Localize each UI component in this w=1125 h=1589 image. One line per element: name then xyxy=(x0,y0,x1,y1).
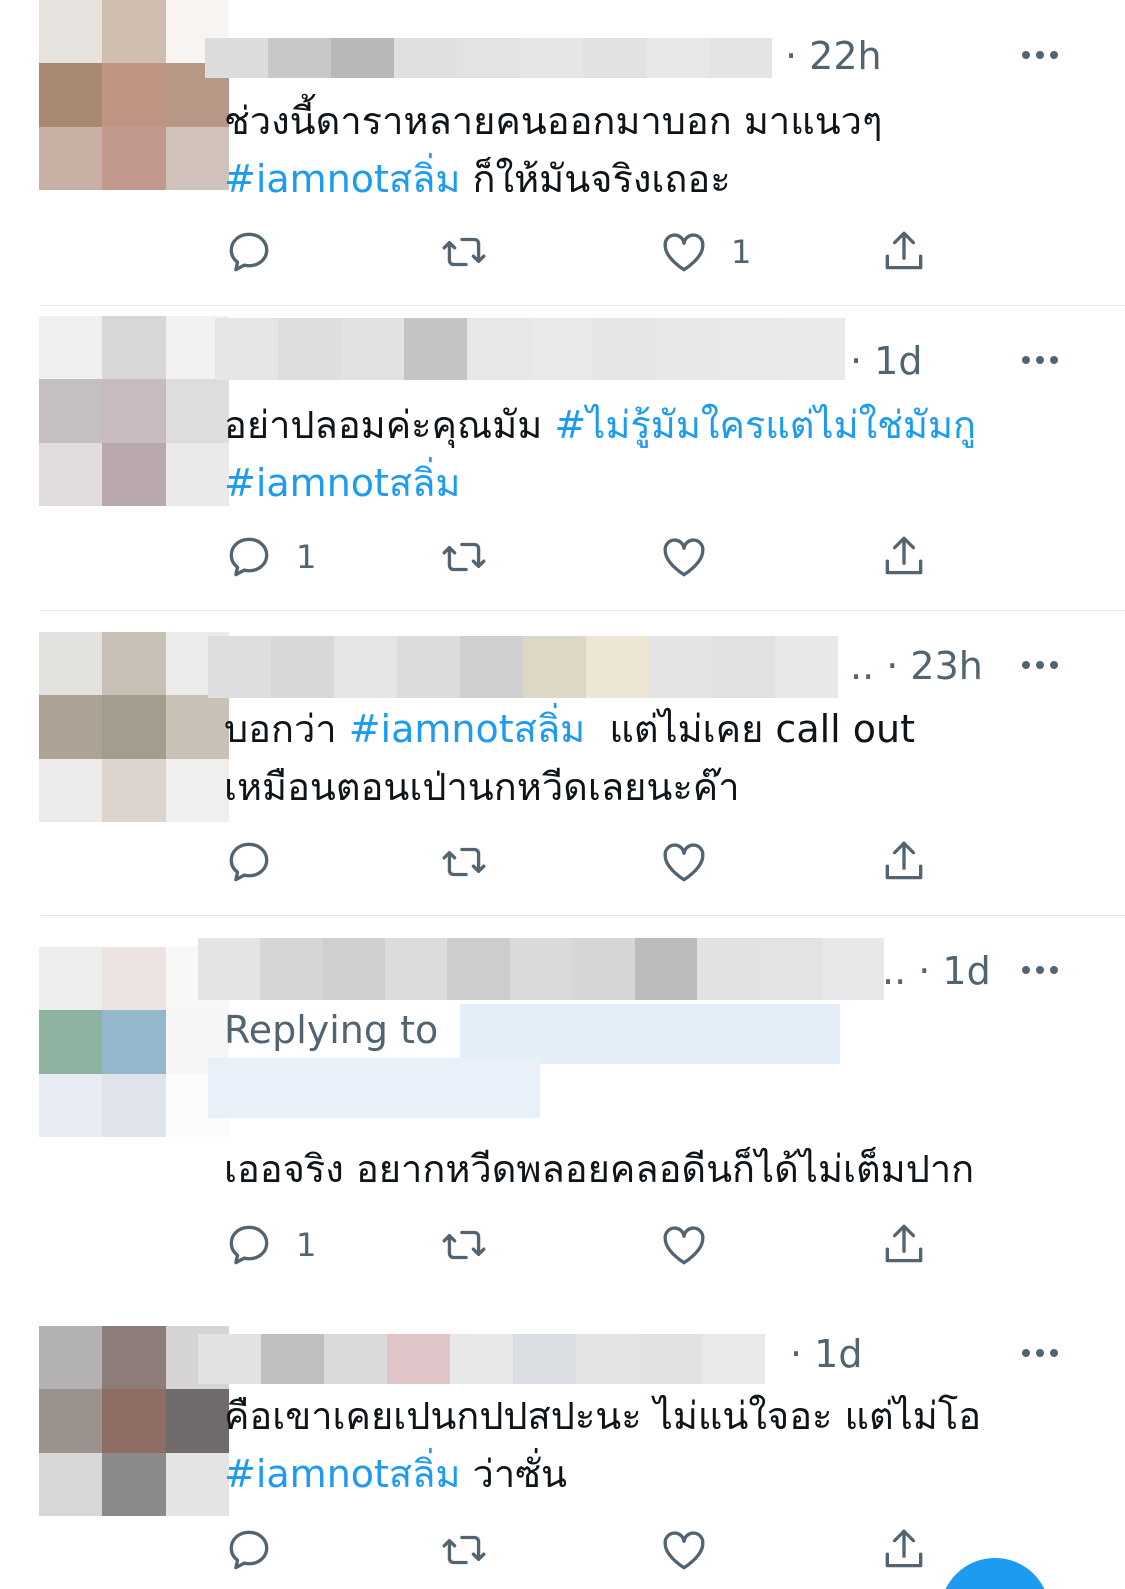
tweet-actions: 1 xyxy=(224,224,954,280)
retweet-icon xyxy=(442,1230,486,1260)
hashtag-link[interactable]: #iamnotสลิ่ม xyxy=(349,707,585,751)
tweet-actions: 1 xyxy=(224,1217,954,1273)
heart-icon xyxy=(663,538,705,577)
more-icon[interactable] xyxy=(1010,345,1070,375)
share-icon xyxy=(885,1224,923,1263)
retweet-button[interactable] xyxy=(439,529,511,585)
text-segment: บอกว่า xyxy=(224,707,349,751)
reply-icon xyxy=(229,1530,269,1570)
timestamp: · 1d xyxy=(790,1332,863,1376)
reply-button[interactable]: 1 xyxy=(224,1217,316,1273)
hashtag-link[interactable]: #iamnotสลิ่ม xyxy=(224,157,460,201)
tweet-text: เออจริง อยากหวีดพลอยคลอดีนก็ได้ไม่เต็มปา… xyxy=(224,1140,1094,1198)
reply-handle-redacted[interactable] xyxy=(208,1058,540,1118)
share-button[interactable] xyxy=(879,1522,929,1578)
like-button[interactable] xyxy=(659,1217,731,1273)
divider xyxy=(40,915,1125,916)
retweet-button[interactable] xyxy=(439,1522,511,1578)
reply-button[interactable]: 1 xyxy=(224,529,316,585)
more-icon[interactable] xyxy=(1010,650,1070,680)
hashtag-link[interactable]: #iamnotสลิ่ม xyxy=(224,461,460,505)
text-segment: อย่าปลอมค่ะคุณมัม xyxy=(224,403,555,447)
replying-to-label: Replying to xyxy=(224,1008,439,1052)
avatar[interactable] xyxy=(39,632,229,822)
retweet-icon xyxy=(442,542,486,572)
like-button[interactable] xyxy=(659,1522,731,1578)
text-segment: ก็ให้มันจริงเถอะ xyxy=(460,157,731,201)
tweet-text: อย่าปลอมค่ะคุณมัม #ไม่รู้มัมใครแต่ไม่ใช่… xyxy=(224,396,1094,512)
share-button[interactable] xyxy=(879,224,929,280)
hashtag-link[interactable]: #ไม่รู้มัมใครแต่ไม่ใช่มัมกู xyxy=(554,403,976,447)
more-icon[interactable] xyxy=(1010,955,1070,985)
reply-icon xyxy=(229,232,269,272)
like-button[interactable] xyxy=(659,529,731,585)
retweet-button[interactable] xyxy=(439,1217,511,1273)
text-segment: ว่าซั่น xyxy=(460,1452,567,1496)
avatar[interactable] xyxy=(39,0,229,190)
heart-icon xyxy=(663,843,705,882)
share-button[interactable] xyxy=(879,834,929,890)
reply-button[interactable] xyxy=(224,834,296,890)
avatar[interactable] xyxy=(39,316,229,506)
timestamp: .. · 1d xyxy=(882,949,991,993)
timestamp: · 1d xyxy=(850,339,923,383)
tweet-actions xyxy=(224,834,954,890)
text-segment: ช่วงนี้ดาราหลายคนออกมาบอก มาแนวๆ xyxy=(224,99,883,143)
share-icon xyxy=(885,536,923,575)
reply-feed: · 22h ช่วงนี้ดาราหลายคนออกมาบอก มาแนวๆ #… xyxy=(0,0,1125,1589)
heart-icon xyxy=(663,1531,705,1570)
reply-button[interactable] xyxy=(224,1522,296,1578)
tweet-text: บอกว่า #iamnotสลิ่ม แต่ไม่เคย call out เ… xyxy=(224,700,1094,816)
reply-handle-redacted[interactable] xyxy=(460,1004,840,1064)
share-button[interactable] xyxy=(879,529,929,585)
more-icon[interactable] xyxy=(1010,40,1070,70)
like-button[interactable] xyxy=(659,834,731,890)
reply-icon xyxy=(229,537,269,577)
share-icon xyxy=(885,841,923,880)
divider xyxy=(40,610,1125,611)
username-redacted[interactable] xyxy=(205,38,775,78)
reply-count: 1 xyxy=(296,1226,317,1264)
divider xyxy=(40,305,1125,306)
compose-fab-button[interactable] xyxy=(940,1558,1050,1589)
hashtag-link[interactable]: #iamnotสลิ่ม xyxy=(224,1452,460,1496)
share-icon xyxy=(885,1529,923,1568)
username-redacted[interactable] xyxy=(198,1334,790,1384)
tweet-actions xyxy=(224,1522,954,1578)
retweet-button[interactable] xyxy=(439,834,511,890)
username-redacted[interactable] xyxy=(198,938,884,1000)
heart-icon xyxy=(663,1226,705,1265)
tweet-text: ช่วงนี้ดาราหลายคนออกมาบอก มาแนวๆ #iamnot… xyxy=(224,92,1094,208)
text-segment: คือเขาเคยเปนกปปสปะนะ ไม่แน่ใจอะ แต่ไม่โอ xyxy=(224,1394,982,1438)
retweet-icon xyxy=(442,847,486,877)
like-count: 1 xyxy=(731,233,752,271)
tweet-actions: 1 xyxy=(224,529,954,585)
retweet-icon xyxy=(442,1535,486,1565)
username-redacted[interactable] xyxy=(215,318,845,380)
reply-button[interactable] xyxy=(224,224,296,280)
tweet-text: คือเขาเคยเปนกปปสปะนะ ไม่แน่ใจอะ แต่ไม่โอ… xyxy=(224,1387,1094,1503)
share-button[interactable] xyxy=(879,1217,929,1273)
text-segment: เออจริง อยากหวีดพลอยคลอดีนก็ได้ไม่เต็มปา… xyxy=(224,1147,975,1191)
reply-count: 1 xyxy=(296,538,317,576)
more-icon[interactable] xyxy=(1010,1338,1070,1368)
heart-icon xyxy=(663,233,705,272)
retweet-button[interactable] xyxy=(439,224,511,280)
share-icon xyxy=(885,231,923,270)
timestamp: · 22h xyxy=(785,34,882,78)
timestamp: .. · 23h xyxy=(850,644,983,688)
like-button[interactable]: 1 xyxy=(659,224,751,280)
username-redacted[interactable] xyxy=(208,636,848,698)
reply-icon xyxy=(229,1225,269,1265)
reply-icon xyxy=(229,842,269,882)
retweet-icon xyxy=(442,237,486,267)
